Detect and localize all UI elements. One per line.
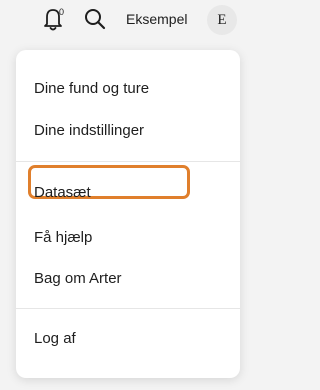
menu-divider — [16, 308, 240, 309]
menu-item-logout[interactable]: Log af — [34, 329, 76, 349]
notification-count: 0 — [59, 7, 65, 17]
top-bar: 0 Eksempel E — [0, 0, 274, 38]
search-icon — [85, 9, 106, 30]
menu-item-finds-and-trips[interactable]: Dine fund og ture — [34, 79, 149, 99]
menu-divider — [16, 161, 240, 162]
username[interactable]: Eksempel — [126, 10, 187, 28]
user-menu-dropdown: Dine fund og ture Dine indstillinger Dat… — [16, 50, 240, 378]
menu-item-about[interactable]: Bag om Arter — [34, 269, 122, 289]
menu-item-settings[interactable]: Dine indstillinger — [34, 121, 144, 141]
menu-item-datasets[interactable]: Datasæt — [34, 183, 91, 203]
search-button[interactable] — [83, 7, 107, 31]
menu-item-help[interactable]: Få hjælp — [34, 228, 92, 248]
avatar[interactable]: E — [207, 5, 237, 35]
